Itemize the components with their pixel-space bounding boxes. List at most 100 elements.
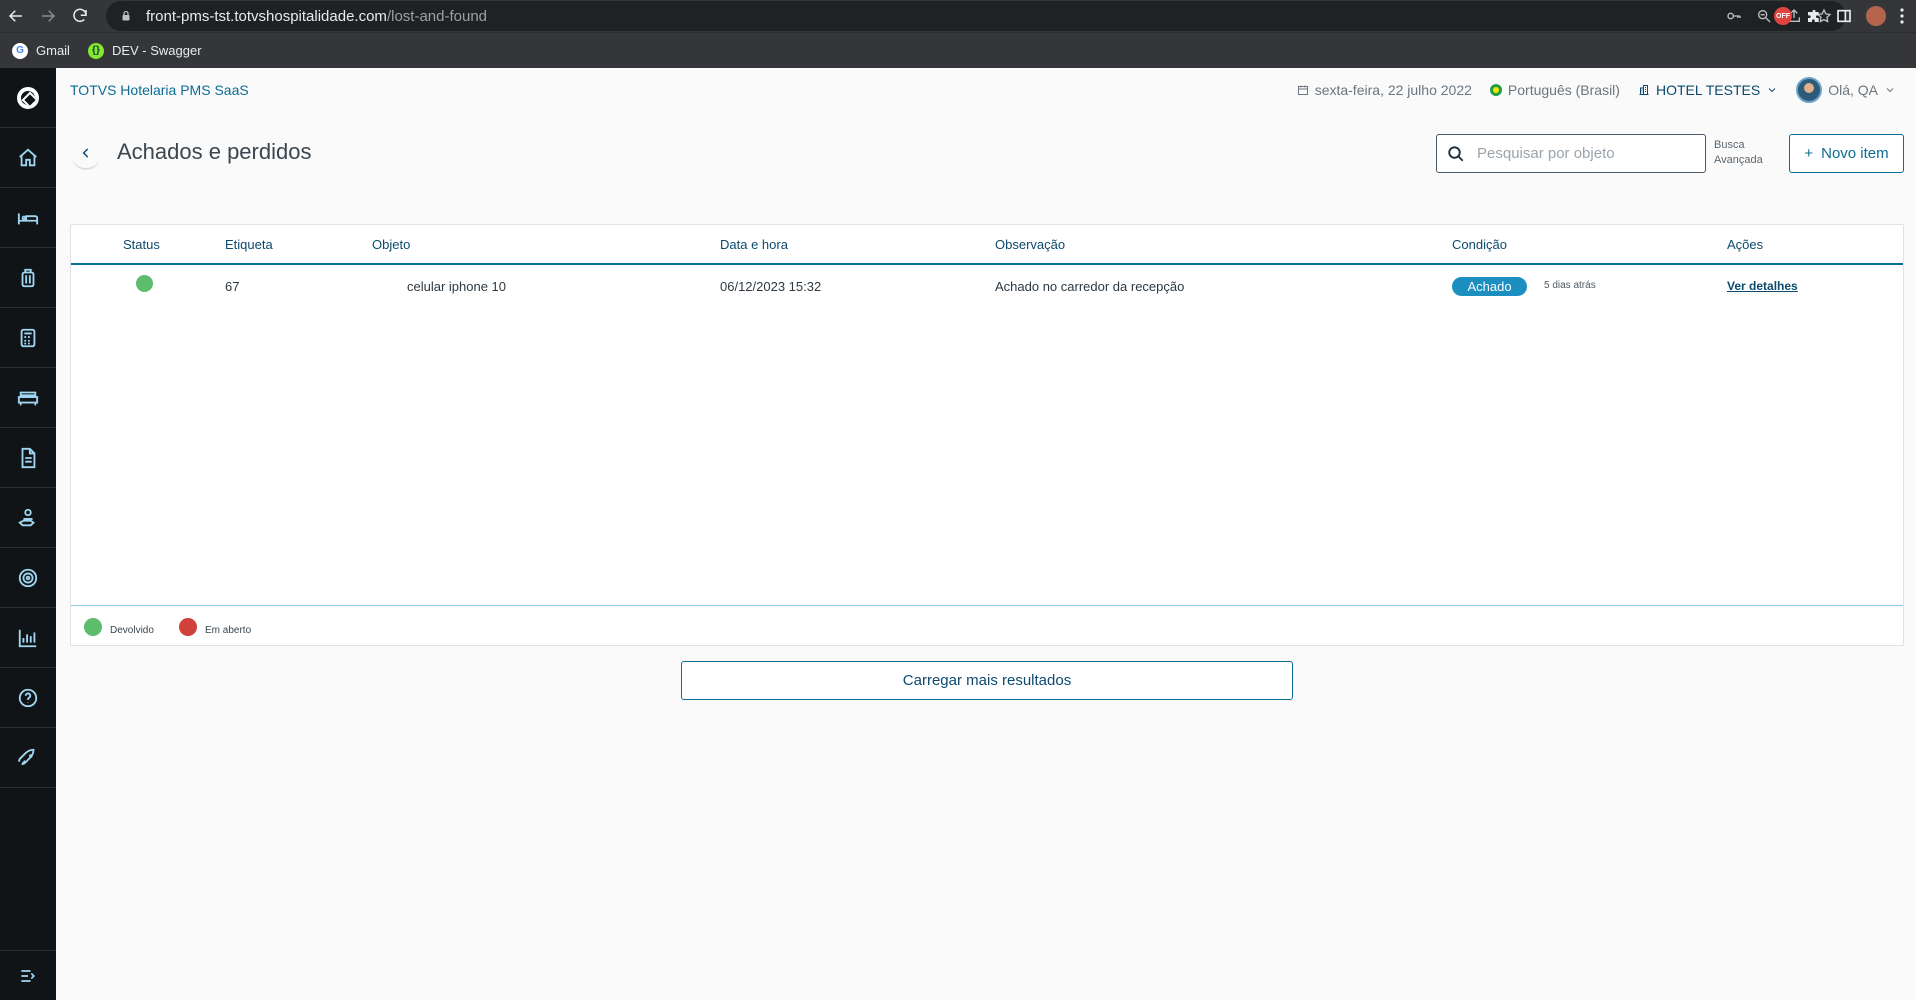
back-button[interactable]	[72, 138, 100, 170]
condition-badge: Achado	[1452, 277, 1527, 296]
bookmark-label: DEV - Swagger	[111, 43, 202, 58]
bookmarks-bar: G Gmail {} DEV - Swagger	[0, 32, 1916, 68]
view-details-link[interactable]: Ver detalhes	[1727, 279, 1798, 293]
legend-returned: Devolvido	[84, 618, 154, 636]
building-icon	[1639, 85, 1649, 95]
sidebar-item-settings[interactable]	[0, 548, 56, 608]
cell-time-ago: 5 dias atrás	[1544, 280, 1596, 291]
sidebar-item-home[interactable]	[0, 128, 56, 188]
hotel-name: HOTEL TESTES	[1655, 82, 1761, 98]
double-bed-icon	[17, 391, 39, 405]
calendar-icon	[1297, 85, 1308, 95]
new-item-label: Novo item	[1821, 145, 1889, 162]
swagger-icon: {}	[87, 42, 104, 59]
lock-icon	[122, 10, 130, 21]
hotel-selector[interactable]: HOTEL TESTES	[1638, 82, 1778, 98]
table-row[interactable]: 67 celular iphone 10 06/12/2023 15:32 Ac…	[71, 267, 1903, 307]
current-date: sexta-feira, 22 julho 2022	[1314, 82, 1472, 98]
bookmark-label: Gmail	[36, 43, 70, 58]
cell-note: Achado no carredor da recepção	[995, 279, 1185, 294]
user-avatar	[1796, 77, 1823, 103]
sidebar-item-guests[interactable]	[0, 488, 56, 548]
brazil-flag-icon	[1489, 84, 1502, 96]
sidebar-item-rooms[interactable]	[0, 188, 56, 248]
user-menu[interactable]: Olá, QA	[1796, 77, 1896, 103]
help-icon	[18, 688, 38, 707]
chevron-left-icon	[82, 148, 89, 158]
extension-badge-icon[interactable]: OFF	[1774, 7, 1792, 25]
calculator-icon	[20, 328, 36, 347]
language-selector[interactable]: Português (Brasil)	[1489, 82, 1620, 98]
hand-user-icon	[18, 508, 35, 526]
forward-arrow-icon[interactable]	[32, 0, 64, 32]
side-panel-icon[interactable]	[1836, 8, 1852, 24]
sidebar-expand-toggle[interactable]	[0, 950, 56, 1000]
header-date: sexta-feira, 22 julho 2022	[1297, 82, 1472, 98]
advanced-search-link[interactable]: Busca Avançada	[1714, 138, 1770, 168]
home-icon	[19, 148, 37, 166]
lost-found-table: Status Etiqueta Objeto Data e hora Obser…	[70, 224, 1904, 646]
header-info: sexta-feira, 22 julho 2022 Português (Br…	[1297, 68, 1896, 112]
sidebar-item-help[interactable]	[0, 668, 56, 728]
search-field[interactable]	[1436, 134, 1706, 173]
reload-icon[interactable]	[64, 0, 96, 32]
cell-datetime: 06/12/2023 15:32	[720, 279, 822, 294]
header-actions: Ações	[1727, 237, 1764, 252]
bed-icon	[17, 212, 39, 224]
totvs-logo[interactable]	[0, 68, 56, 128]
header-status[interactable]: Status	[123, 237, 160, 252]
bar-chart-icon	[18, 629, 37, 647]
plus-icon: +	[1804, 145, 1814, 162]
legend-label: Devolvido	[110, 625, 154, 636]
profile-avatar[interactable]	[1866, 6, 1886, 26]
legend-dot-green	[84, 618, 102, 636]
rocket-icon	[17, 748, 35, 765]
browser-toolbar: front-pms-tst.totvshospitalidade.com/los…	[0, 0, 1916, 32]
cell-tag: 67	[225, 279, 240, 294]
load-more-button[interactable]: Carregar mais resultados	[681, 661, 1293, 700]
header-condition[interactable]: Condição	[1452, 237, 1507, 252]
expand-menu-icon	[21, 969, 36, 982]
search-input[interactable]	[1477, 145, 1687, 162]
sidebar-item-documents[interactable]	[0, 428, 56, 488]
back-arrow-icon[interactable]	[0, 0, 32, 32]
header-object[interactable]: Objeto	[372, 237, 410, 252]
sidebar-item-reports[interactable]	[0, 608, 56, 668]
puzzle-icon[interactable]	[1806, 8, 1822, 24]
language-label: Português (Brasil)	[1507, 82, 1620, 98]
table-header: Status Etiqueta Objeto Data e hora Obser…	[71, 225, 1903, 265]
document-icon	[21, 447, 36, 468]
bookmark-swagger[interactable]: {} DEV - Swagger	[87, 42, 202, 59]
menu-kebab-icon[interactable]	[1900, 8, 1904, 24]
chevron-down-icon	[1886, 88, 1894, 93]
app-title[interactable]: TOTVS Hotelaria PMS SaaS	[70, 82, 249, 98]
chevron-down-icon	[1768, 88, 1776, 93]
url-path: /lost-and-found	[386, 7, 488, 25]
sidebar-item-housekeeping[interactable]	[0, 368, 56, 428]
sidebar-item-reservations[interactable]	[0, 248, 56, 308]
key-icon[interactable]	[1726, 8, 1742, 24]
legend-label: Em aberto	[205, 625, 252, 636]
sidebar-item-launch[interactable]	[0, 728, 56, 788]
header-tag[interactable]: Etiqueta	[225, 237, 273, 252]
user-greeting: Olá, QA	[1828, 82, 1878, 98]
target-icon	[18, 568, 38, 587]
search-icon	[1448, 145, 1464, 161]
sidebar-item-billing[interactable]	[0, 308, 56, 368]
extensions-area: OFF	[1774, 0, 1916, 32]
new-item-button[interactable]: + Novo item	[1789, 134, 1904, 173]
header-note[interactable]: Observação	[995, 237, 1065, 252]
bookmark-gmail[interactable]: G Gmail	[12, 42, 70, 59]
app-header: TOTVS Hotelaria PMS SaaS sexta-feira, 22…	[56, 68, 1916, 112]
legend-dot-red	[179, 618, 197, 636]
header-datetime[interactable]: Data e hora	[720, 237, 788, 252]
zoom-icon[interactable]	[1756, 8, 1772, 24]
address-bar[interactable]: front-pms-tst.totvshospitalidade.com/los…	[106, 1, 1846, 31]
luggage-icon	[21, 268, 35, 287]
status-dot	[136, 275, 153, 292]
legend-open: Em aberto	[179, 618, 251, 636]
google-icon: G	[12, 42, 28, 59]
sidebar	[0, 68, 56, 1000]
status-legend: Devolvido Em aberto	[71, 605, 1903, 645]
url-host: front-pms-tst.totvshospitalidade.com	[146, 7, 387, 25]
